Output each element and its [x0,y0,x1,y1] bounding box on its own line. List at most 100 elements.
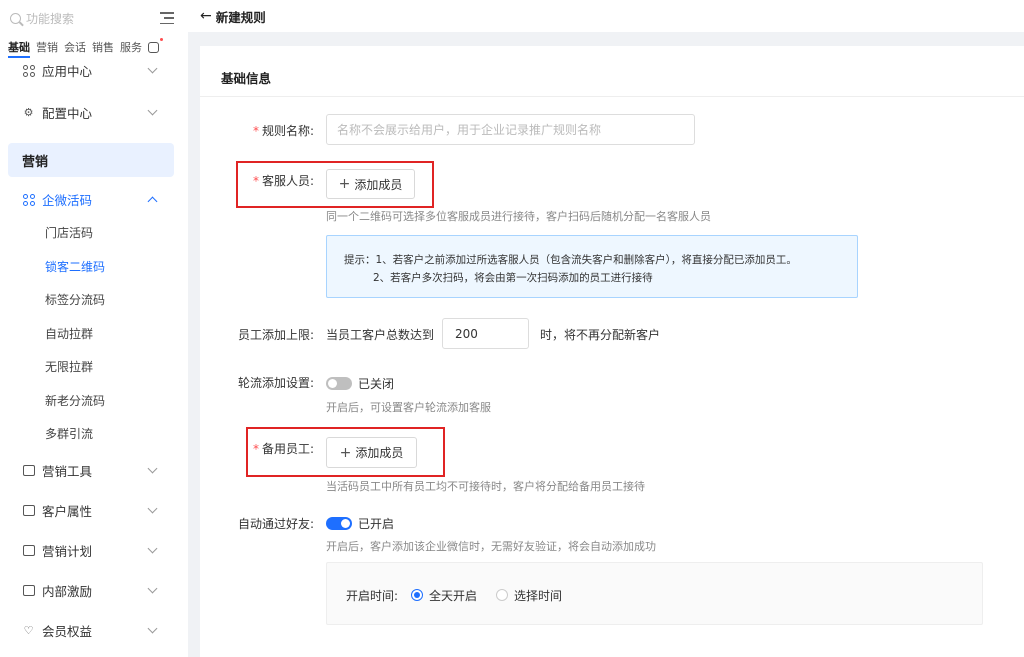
backup-staff-label-text: 备用员工: [261,442,314,456]
sidebar: 功能搜索 基础 营销 会话 销售 服务 应用中心 ⚙ 配置中心 营销 企微活码 … [0,0,188,657]
tip-box: 提示：1、若客户之前添加过所选客服人员（包含流失客户和删除客户），将直接分配已添… [326,235,858,298]
sidebar-subitem-new-old-split[interactable]: 新老分流码 [0,384,188,418]
sidebar-item-internal-incentive[interactable]: 内部激励 [0,574,188,607]
settings-icon: ⚙ [23,106,34,119]
sidebar-item-label: 应用中心 [42,64,93,79]
chevron-up-icon [147,196,158,207]
sidebar-section-marketing: 营销 [8,143,174,177]
limit-prefix-text: 当员工客户总数达到 [326,328,435,342]
radio-all-day[interactable] [411,589,423,601]
sidebar-subitem-store-qrcode[interactable]: 门店活码 [0,216,188,250]
more-category-icon[interactable] [148,37,163,53]
menu-collapse-icon[interactable] [160,12,174,24]
heart-icon: ♡ [23,623,34,637]
required-mark: * [252,442,259,456]
toggle-knob [328,379,337,388]
chevron-down-icon [147,583,158,593]
sidebar-subitem-auto-group[interactable]: 自动拉群 [0,317,188,351]
rotation-hint: 开启后，可设置客户轮流添加客服 [326,401,491,414]
sidebar-item-label: 营销工具 [42,463,93,479]
sidebar-item-marketing-plan[interactable]: 营销计划 [0,534,188,567]
gift-icon [22,584,35,597]
sidebar-item-label: 客户属性 [42,503,93,519]
id-card-icon [22,504,35,517]
sidebar-subitem-unlimited-group[interactable]: 无限拉群 [0,350,188,384]
limit-number-input[interactable]: 200 [442,318,529,349]
backup-staff-hint: 当活码员工中所有员工均不可接待时，客户将分配给备用员工接待 [326,480,645,493]
radio-all-day-label[interactable]: 全天开启 [429,587,477,604]
rotation-status: 已关闭 [358,377,395,391]
chevron-down-icon [147,543,158,553]
category-tab-service[interactable]: 服务 [120,39,142,55]
rotation-label: 轮流添加设置: [237,376,314,390]
open-time-label: 开启时间: [346,589,399,603]
add-member-label: 添加成员 [354,177,403,192]
tip-line-1: 提示：1、若客户之前添加过所选客服人员（包含流失客户和删除客户），将直接分配已添… [344,254,797,266]
radio-select-time[interactable] [496,589,508,601]
auto-accept-label: 自动通过好友: [237,517,314,531]
rule-name-input[interactable]: 名称不会展示给用户，用于企业记录推广规则名称 [326,114,695,145]
limit-label: 员工添加上限: [237,328,314,342]
sidebar-item-app-center[interactable]: 应用中心 [0,54,188,87]
limit-value: 200 [455,326,478,341]
auto-accept-toggle[interactable] [326,517,352,530]
sidebar-item-wecom-qrcode[interactable]: 企微活码 [0,183,188,216]
category-tab-session[interactable]: 会话 [64,39,86,55]
sidebar-search-row: 功能搜索 [0,0,188,36]
radio-select-time-label[interactable]: 选择时间 [514,587,562,604]
required-mark: * [252,174,259,188]
required-mark: * [252,124,259,138]
search-input[interactable]: 功能搜索 [10,10,160,27]
sidebar-nav: 应用中心 ⚙ 配置中心 [0,54,188,129]
rotation-toggle[interactable] [326,377,352,390]
sidebar-item-config-center[interactable]: ⚙ 配置中心 [0,96,188,129]
page-title: 新建规则 [215,9,266,25]
plus-icon: + [339,444,352,461]
grid-icon [22,193,35,206]
section-title-basic-info: 基础信息 [221,71,272,86]
sidebar-subitem-multi-group-drain[interactable]: 多群引流 [0,417,188,451]
add-service-member-button[interactable]: + 添加成员 [326,169,415,199]
sidebar-nav-marketing: 企微活码 门店活码 锁客二维码 标签分流码 自动拉群 无限拉群 新老分流码 多群… [0,183,188,647]
service-staff-label-text: 客服人员: [261,174,314,188]
service-staff-hint: 同一个二维码可选择多位客服成员进行接待，客户扫码后随机分配一名客服人员 [326,210,711,223]
add-backup-member-button[interactable]: + 添加成员 [326,437,417,468]
chevron-down-icon [147,463,158,473]
chart-icon [22,544,35,557]
search-placeholder: 功能搜索 [26,11,75,26]
tool-icon [22,464,35,477]
category-tab-marketing[interactable]: 营销 [36,39,58,55]
chevron-down-icon [147,105,158,116]
backup-staff-label: * 备用员工: [240,440,314,457]
sidebar-item-label: 营销计划 [42,543,93,559]
rule-name-label: * 规则名称: [240,122,314,139]
sidebar-item-label: 会员权益 [42,623,93,639]
grid-icon [22,64,35,77]
toggle-knob [341,519,350,528]
auto-accept-hint: 开启后，客户添加该企业微信时，无需好友验证，将会自动添加成功 [326,540,656,553]
sidebar-subitem-lock-customer-qrcode[interactable]: 锁客二维码 [0,250,188,284]
limit-suffix-text: 时，将不再分配新客户 [540,328,661,342]
category-tab-basic[interactable]: 基础 [8,39,30,58]
auto-accept-status: 已开启 [358,517,395,531]
open-time-panel: 开启时间: 全天开启 选择时间 [326,562,983,625]
rule-name-placeholder: 名称不会展示给用户，用于企业记录推广规则名称 [337,123,602,137]
sidebar-item-label: 配置中心 [42,106,93,121]
rule-name-label-text: 规则名称: [261,124,314,138]
sidebar-item-label: 企微活码 [42,193,93,208]
plus-icon: + [338,176,351,192]
chevron-down-icon [147,623,158,633]
sidebar-item-label: 内部激励 [42,583,93,599]
sidebar-item-marketing-tools[interactable]: 营销工具 [0,454,188,487]
search-icon [10,12,21,24]
page-header: ← 新建规则 [188,0,1024,32]
chevron-down-icon [147,503,158,513]
section-divider [200,96,1024,97]
category-tab-sales[interactable]: 销售 [92,39,114,55]
form-card: 基础信息 * 规则名称: 名称不会展示给用户，用于企业记录推广规则名称 * 客服人员… [200,46,1024,657]
sidebar-subitem-tag-split-code[interactable]: 标签分流码 [0,283,188,317]
back-arrow-icon[interactable]: ← [200,8,212,24]
add-member-label: 添加成员 [355,446,404,460]
sidebar-item-customer-attributes[interactable]: 客户属性 [0,494,188,527]
sidebar-item-member-benefits[interactable]: ♡ 会员权益 [0,614,188,647]
